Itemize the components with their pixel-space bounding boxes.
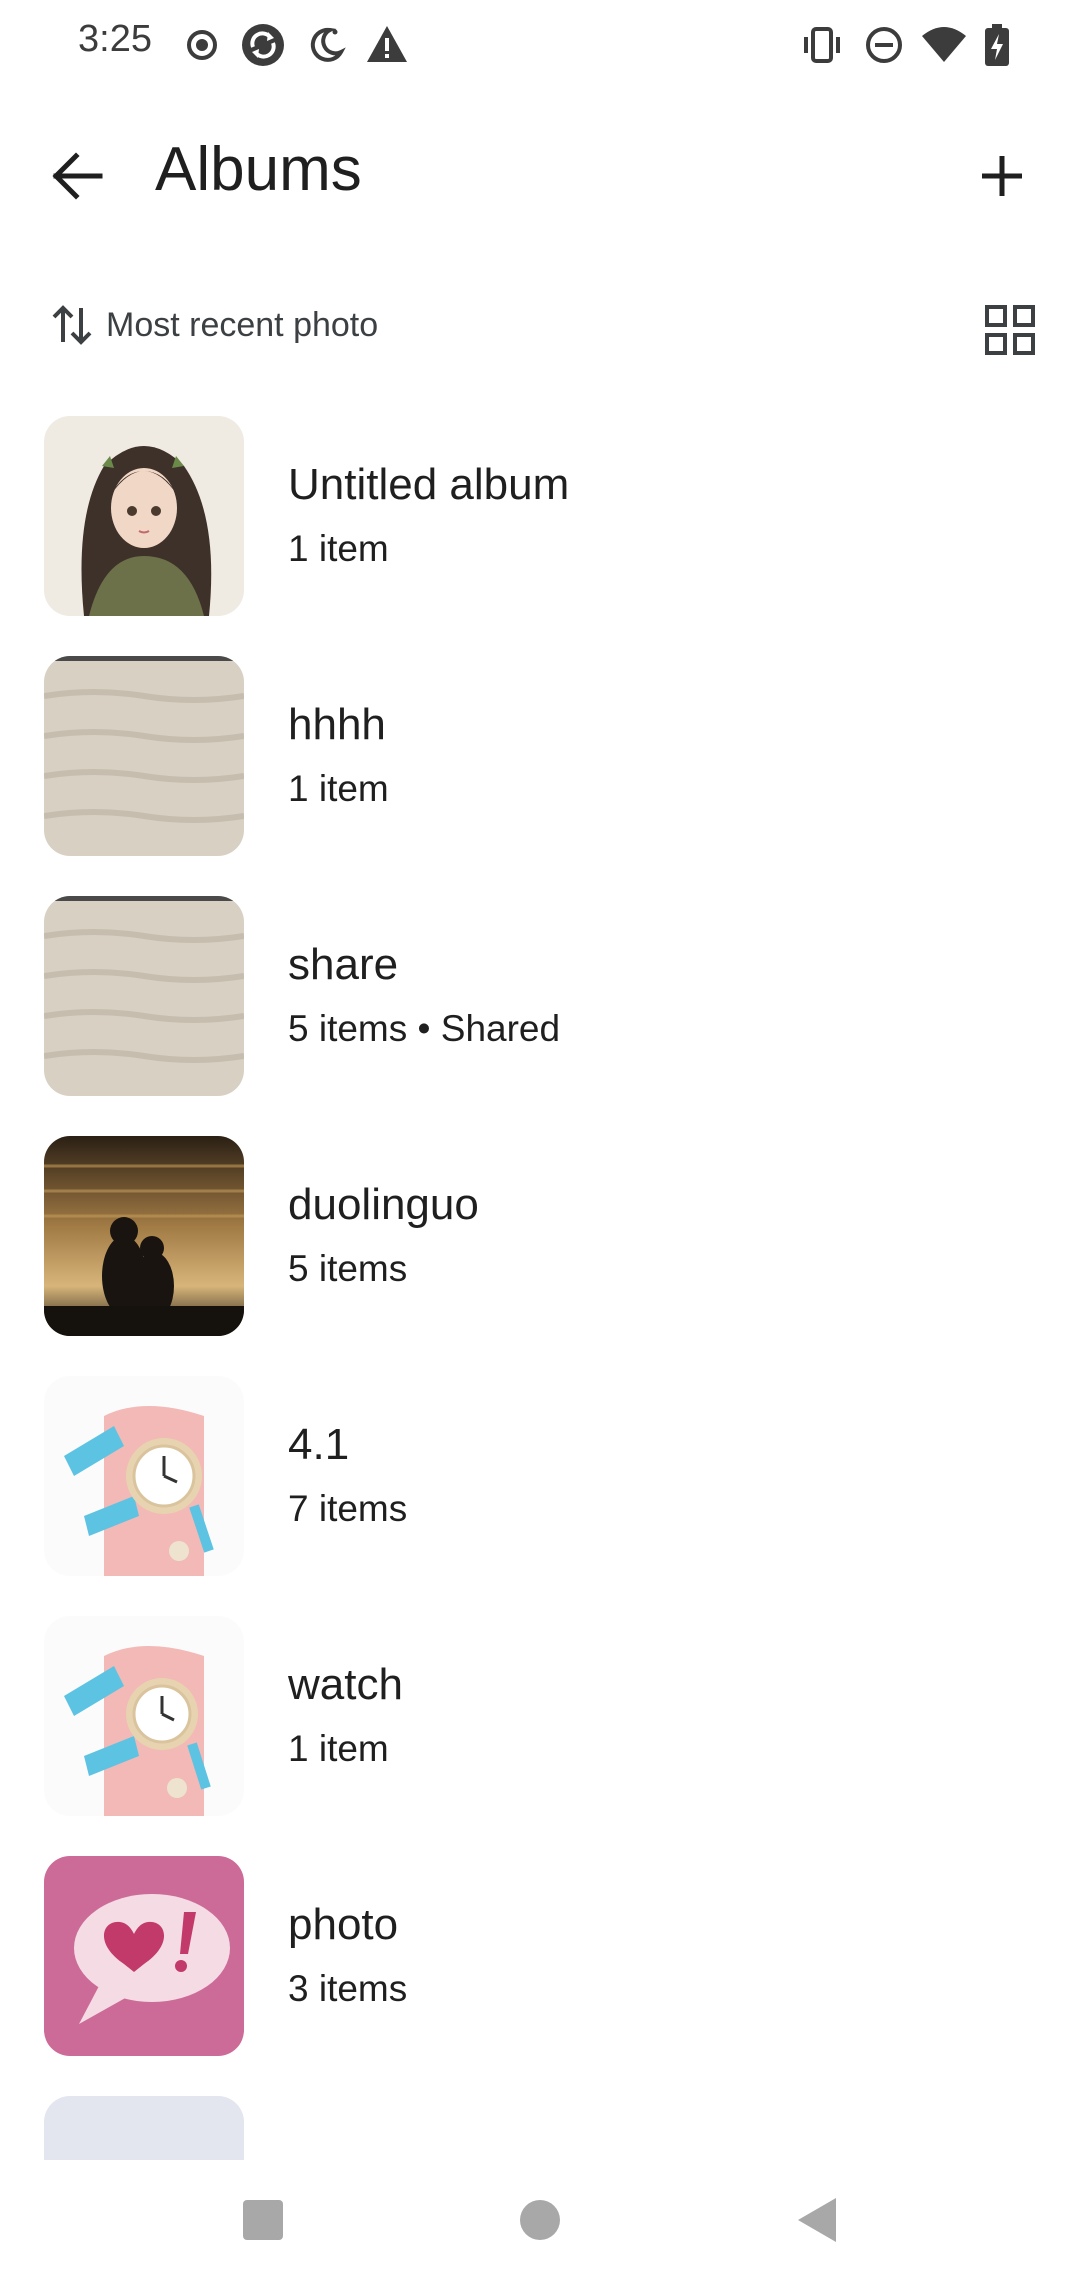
album-count: 7 items xyxy=(288,1488,408,1529)
sunset-couple-thumbnail xyxy=(44,1136,244,1336)
back-triangle-icon[interactable] xyxy=(778,2180,858,2260)
album-count: 5 items xyxy=(288,1248,408,1289)
status-bar: 3:25 xyxy=(0,0,1080,90)
watch-thumbnail xyxy=(44,1616,244,1816)
album-thumbnail xyxy=(44,1856,244,2056)
album-name: photo xyxy=(288,1900,399,1949)
album-count: 3 items xyxy=(288,1968,408,2009)
album-count: 1 item xyxy=(288,1728,389,1769)
warning-icon xyxy=(367,26,407,62)
status-time: 3:25 xyxy=(78,18,152,60)
sand-texture-thumbnail xyxy=(44,896,244,1096)
app-bar: Albums xyxy=(0,110,1080,230)
sort-button[interactable]: Most recent photo xyxy=(50,290,378,360)
page-title: Albums xyxy=(155,135,362,204)
album-item[interactable]: 4.1 7 items xyxy=(0,1370,1080,1580)
album-thumbnail xyxy=(44,416,244,616)
arrow-back-icon[interactable] xyxy=(38,136,118,216)
sort-label: Most recent photo xyxy=(106,305,379,344)
album-item[interactable]: watch 1 item xyxy=(0,1610,1080,1820)
album-name: Untitled album xyxy=(288,460,570,509)
wifi-icon xyxy=(922,27,966,62)
sync-icon xyxy=(242,24,284,66)
album-item[interactable]: duolinguo 5 items xyxy=(0,1130,1080,1340)
sort-arrows-icon xyxy=(52,305,92,345)
sort-row: Most recent photo xyxy=(0,290,1080,360)
navigation-bar xyxy=(0,2160,1080,2280)
album-item[interactable]: hhhh 1 item xyxy=(0,650,1080,860)
album-count: 1 item xyxy=(288,768,389,809)
album-thumbnail xyxy=(44,1136,244,1336)
record-icon xyxy=(187,30,217,60)
album-item[interactable] xyxy=(0,2090,1080,2160)
night-mode-icon xyxy=(310,27,346,62)
album-list: Untitled album 1 item hhhh 1 item share … xyxy=(0,410,1080,2160)
album-name: share xyxy=(288,940,399,989)
album-item[interactable]: Untitled album 1 item xyxy=(0,410,1080,620)
album-thumbnail xyxy=(44,2096,244,2160)
heart-speech-bubble-thumbnail xyxy=(44,1856,244,2056)
recents-square-icon[interactable] xyxy=(223,2180,303,2260)
grid-view-icon[interactable] xyxy=(980,300,1040,360)
home-circle-icon[interactable] xyxy=(500,2180,580,2260)
album-thumbnail xyxy=(44,1616,244,1816)
album-item[interactable]: photo 3 items xyxy=(0,1850,1080,2060)
battery-charging-icon xyxy=(985,24,1009,66)
vibrate-icon xyxy=(804,27,840,63)
sand-texture-thumbnail xyxy=(44,656,244,856)
album-count: 5 items • Shared xyxy=(288,1008,561,1049)
plus-icon[interactable] xyxy=(962,136,1042,216)
album-name: duolinguo xyxy=(288,1180,479,1229)
anime-girl-thumbnail xyxy=(44,416,244,616)
album-thumbnail xyxy=(44,896,244,1096)
album-count: 1 item xyxy=(288,528,389,569)
album-name: 4.1 xyxy=(288,1420,350,1469)
do-not-disturb-icon xyxy=(866,27,902,63)
album-item[interactable]: share 5 items • Shared xyxy=(0,890,1080,1100)
album-name: watch xyxy=(288,1660,403,1709)
album-thumbnail xyxy=(44,1376,244,1576)
album-thumbnail xyxy=(44,656,244,856)
watch-thumbnail xyxy=(44,1376,244,1576)
album-name: hhhh xyxy=(288,700,386,749)
